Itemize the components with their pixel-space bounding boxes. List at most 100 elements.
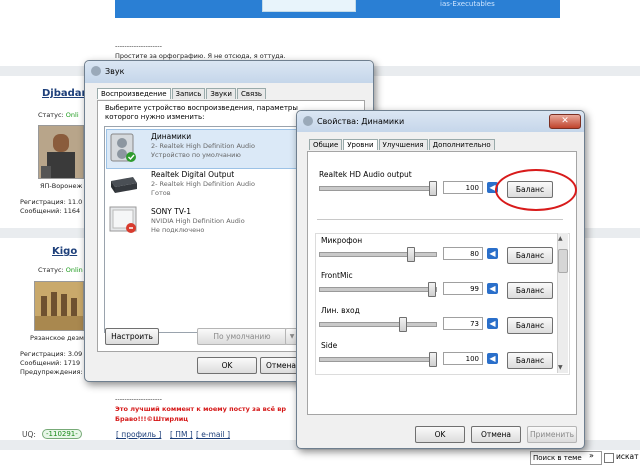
volume-value[interactable]: 100 <box>443 352 483 365</box>
properties-window: Свойства: Динамики ✕ Общие Уровни Улучше… <box>296 110 585 449</box>
volume-slider-track[interactable] <box>319 186 437 191</box>
balance-button[interactable]: Баланс <box>507 317 553 334</box>
signature-dashes: -------------------- <box>115 42 162 50</box>
uq-label: UQ: <box>22 430 36 439</box>
profile-link[interactable]: [ профиль ] <box>116 430 161 439</box>
user-status: Статус: Onlin <box>38 266 83 274</box>
status-value: Onlin <box>65 266 83 274</box>
tab-levels[interactable]: Уровни <box>343 139 378 150</box>
status-label: Статус: <box>38 266 64 274</box>
tab-enhancements[interactable]: Улучшения <box>378 139 428 150</box>
volume-slider-track[interactable] <box>319 357 437 362</box>
digital-output-icon <box>109 171 139 197</box>
divider <box>317 219 563 220</box>
search-go-button[interactable]: » <box>589 451 594 460</box>
speaker-icon[interactable]: ◀ <box>487 318 498 329</box>
window-title: Свойства: Динамики <box>317 117 405 126</box>
device-name: SONY TV-1 <box>151 207 191 216</box>
channel-name: FrontMic <box>321 271 353 280</box>
volume-slider-thumb[interactable] <box>429 352 437 367</box>
volume-value[interactable]: 80 <box>443 247 483 260</box>
sound-tabs: Воспроизведение Запись Звуки Связь <box>97 88 267 99</box>
ok-button[interactable]: OK <box>197 357 257 374</box>
volume-slider-thumb[interactable] <box>407 247 415 262</box>
speaker-icon <box>303 116 313 126</box>
device-status: Не подключено <box>151 226 205 234</box>
device-driver: NVIDIA High Definition Audio <box>151 217 245 225</box>
ok-button[interactable]: OK <box>415 426 465 443</box>
user-registration: Регистрация: 3.09 <box>20 350 83 358</box>
signature-text: Простите за орфографию. Я не отсюда, я о… <box>115 52 286 60</box>
volume-slider-track[interactable] <box>319 322 437 327</box>
speaker-icon <box>91 66 101 76</box>
device-driver: 2- Realtek High Definition Audio <box>151 180 255 188</box>
device-status: Готов <box>151 189 171 197</box>
tab-general[interactable]: Общие <box>309 139 343 150</box>
balance-button[interactable]: Баланс <box>507 282 553 299</box>
device-name: Realtek Digital Output <box>151 170 235 179</box>
set-default-button[interactable]: По умолчанию <box>197 328 287 345</box>
search-checkbox[interactable] <box>604 453 614 463</box>
status-label: Статус: <box>38 111 64 119</box>
volume-slider-track[interactable] <box>319 287 437 292</box>
search-checkbox-label: искат <box>616 452 639 461</box>
avatar[interactable] <box>34 281 84 331</box>
tv-device-icon <box>109 205 139 235</box>
tab-communications[interactable]: Связь <box>236 88 267 99</box>
user-location: ЯП-Воронеж <box>40 182 83 190</box>
user-warnings: Предупреждения: <box>20 368 83 376</box>
sound-titlebar <box>85 61 373 83</box>
volume-value[interactable]: 73 <box>443 317 483 330</box>
pm-link[interactable]: [ ПМ ] <box>170 430 193 439</box>
close-icon[interactable]: ✕ <box>549 114 581 129</box>
speaker-icon[interactable]: ◀ <box>487 248 498 259</box>
volume-slider-track[interactable] <box>319 252 437 257</box>
volume-slider-thumb[interactable] <box>429 181 437 196</box>
balance-button[interactable]: Баланс <box>507 352 553 369</box>
username-link[interactable]: Djbadan <box>42 88 89 99</box>
tab-sounds[interactable]: Звуки <box>206 88 236 99</box>
username-link[interactable]: Kigo <box>52 246 77 257</box>
scroll-down-icon[interactable]: ▼ <box>558 364 563 371</box>
channel-name: Микрофон <box>321 236 363 245</box>
tab-playback[interactable]: Воспроизведение <box>97 88 171 99</box>
configure-button[interactable]: Настроить <box>105 328 159 345</box>
quote-line: Это лучший коммент к моему посту за всё … <box>115 405 287 413</box>
highlight-circle <box>495 169 577 211</box>
cancel-button[interactable]: Отмена <box>471 426 521 443</box>
status-value: Onli <box>65 111 79 119</box>
volume-value[interactable]: 99 <box>443 282 483 295</box>
avatar[interactable] <box>38 125 84 179</box>
avatar-image <box>39 126 83 178</box>
uq-badge: -110291- <box>42 429 82 439</box>
user-location: Рязанское дезм <box>30 334 84 342</box>
user-messages: Сообщений: 1719 <box>20 359 81 367</box>
window-title: Звук <box>105 67 125 76</box>
user-status: Статус: Onli <box>38 111 79 119</box>
speaker-icon[interactable]: ◀ <box>487 353 498 364</box>
scrollbar-thumb[interactable] <box>558 249 568 273</box>
channel-name: Лин. вход <box>321 306 360 315</box>
banner-box <box>262 0 356 12</box>
apply-button[interactable]: Применить <box>527 426 577 443</box>
device-name: Динамики <box>151 132 192 141</box>
tab-recording[interactable]: Запись <box>171 88 206 99</box>
device-status: Устройство по умолчанию <box>151 151 241 159</box>
volume-slider-thumb[interactable] <box>427 282 436 297</box>
user-messages: Сообщений: 1164 <box>20 207 81 215</box>
volume-value[interactable]: 100 <box>443 181 483 194</box>
speaker-icon[interactable]: ◀ <box>487 283 498 294</box>
user-registration: Регистрация: 11.0 <box>20 198 83 206</box>
volume-slider-thumb[interactable] <box>399 317 408 332</box>
quote-line: Браво!!!©Штирлиц <box>115 415 189 423</box>
instruction-text: Выберите устройство воспроизведения, пар… <box>105 104 298 121</box>
banner-text: ias-Executables <box>440 0 495 8</box>
avatar-image <box>35 282 83 330</box>
balance-button[interactable]: Баланс <box>507 247 553 264</box>
email-link[interactable]: [ e-mail ] <box>196 430 230 439</box>
uq-value: 110291 <box>48 430 76 438</box>
tab-advanced[interactable]: Дополнительно <box>428 139 495 150</box>
properties-tabs: Общие Уровни Улучшения Дополнительно <box>309 139 495 150</box>
scroll-up-icon[interactable]: ▲ <box>558 235 563 242</box>
device-driver: 2- Realtek High Definition Audio <box>151 142 255 150</box>
